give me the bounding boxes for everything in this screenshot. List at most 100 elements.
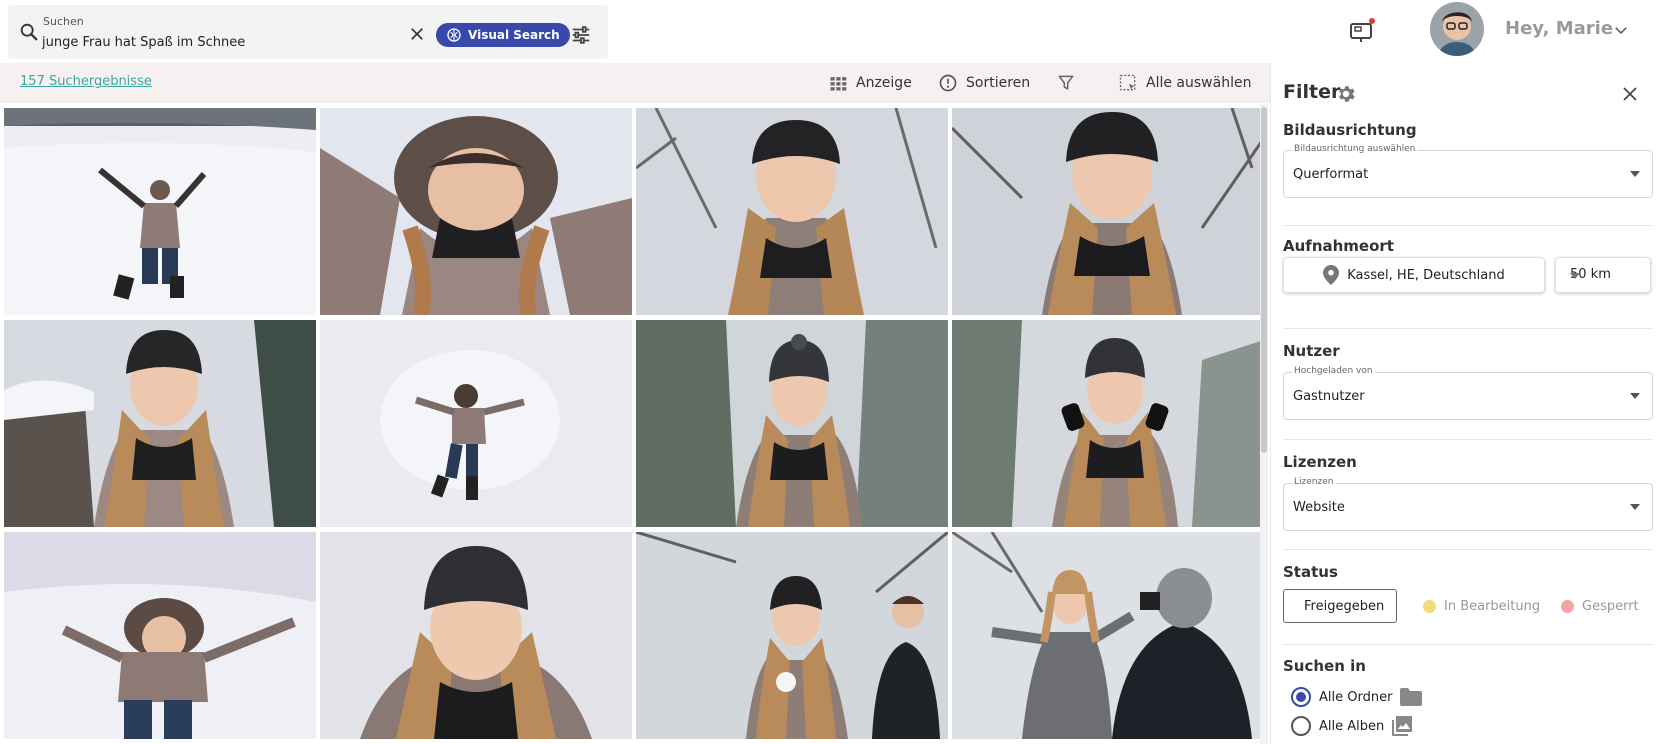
- search-box: Suchen Visual Search: [8, 5, 608, 59]
- status-options: Freigegeben In Bearbeitung Gesperrt: [1283, 589, 1653, 623]
- folder-icon: [1400, 688, 1423, 706]
- avatar[interactable]: [1430, 2, 1484, 56]
- divider: [1283, 328, 1653, 329]
- license-field-label: Lizenzen: [1292, 477, 1336, 487]
- woman-snowy-beanie-forest-image: [636, 320, 948, 527]
- radio-selected[interactable]: [1291, 687, 1311, 707]
- results-toolbar: 157 Suchergebnisse Anzeige Sortieren All…: [0, 63, 1270, 103]
- filter-title: Filter: [1283, 81, 1341, 103]
- sort-button[interactable]: Sortieren: [938, 71, 1030, 95]
- result-thumbnail[interactable]: [952, 532, 1262, 739]
- scrollbar-thumb[interactable]: [1261, 107, 1267, 453]
- radio-unselected[interactable]: [1291, 716, 1311, 736]
- brain-icon: [447, 28, 461, 42]
- woman-black-beanie-closeup-image: [636, 108, 948, 315]
- uploaded-by-select[interactable]: Hochgeladen von Gastnutzer: [1283, 366, 1653, 420]
- divider: [1283, 225, 1653, 226]
- search-input[interactable]: [42, 32, 372, 52]
- divider: [1283, 549, 1653, 550]
- result-thumbnail[interactable]: [320, 108, 632, 315]
- alert-circle-icon: [939, 74, 957, 92]
- result-thumbnail[interactable]: [320, 532, 632, 739]
- license-select[interactable]: Lizenzen Website: [1283, 477, 1653, 531]
- gear-icon[interactable]: [1335, 83, 1357, 105]
- license-value: Website: [1293, 500, 1345, 515]
- orientation-value: Querformat: [1293, 167, 1369, 182]
- woman-lying-snow-arms-out-image: [4, 532, 316, 739]
- all-folders-label: Alle Ordner: [1319, 689, 1393, 705]
- status-dot-yellow: [1423, 599, 1436, 613]
- display-label: Anzeige: [856, 75, 912, 91]
- search-label: Suchen: [43, 15, 84, 28]
- location-title: Aufnahmeort: [1283, 237, 1394, 255]
- orientation-title: Bildausrichtung: [1283, 121, 1417, 139]
- woman-with-snowball-and-boy-image: [636, 532, 948, 739]
- radius-select[interactable]: 50 km: [1555, 257, 1651, 293]
- user-title: Nutzer: [1283, 342, 1340, 360]
- status-dot-red: [1561, 599, 1574, 613]
- select-all-icon: [1119, 74, 1136, 91]
- result-thumbnail[interactable]: [636, 320, 948, 527]
- status-blocked-chip[interactable]: Gesperrt: [1549, 589, 1651, 623]
- status-in-progress-chip[interactable]: In Bearbeitung: [1411, 589, 1552, 623]
- close-icon[interactable]: [1621, 85, 1639, 103]
- status-approved-chip[interactable]: Freigegeben: [1283, 589, 1397, 623]
- woman-fur-hood-snow-angel-image: [320, 108, 632, 315]
- filter-button[interactable]: [1056, 71, 1076, 95]
- result-thumbnail[interactable]: [4, 320, 316, 527]
- map-pin-icon: [1323, 265, 1340, 285]
- search-in-all-folders[interactable]: Alle Ordner: [1291, 687, 1423, 707]
- search-in-all-albums[interactable]: Alle Alben: [1291, 716, 1413, 736]
- mailbox-notification-icon[interactable]: [1348, 16, 1376, 44]
- woman-hands-on-hat-image: [952, 320, 1262, 527]
- avatar-image: [1430, 2, 1484, 56]
- filter-panel: Filter Bildausrichtung Bildausrichtung a…: [1270, 63, 1662, 744]
- all-albums-label: Alle Alben: [1319, 718, 1385, 734]
- search-icon: [20, 23, 38, 41]
- status-in-progress-label: In Bearbeitung: [1444, 598, 1541, 614]
- sort-label: Sortieren: [966, 75, 1031, 91]
- visual-search-button[interactable]: Visual Search: [436, 23, 570, 47]
- orientation-select[interactable]: Bildausrichtung auswählen Querformat: [1283, 144, 1653, 198]
- orientation-field-label: Bildausrichtung auswählen: [1292, 144, 1418, 154]
- caret-down-icon: [1630, 171, 1640, 177]
- result-thumbnail[interactable]: [4, 532, 316, 739]
- select-all-button[interactable]: Alle auswählen: [1118, 71, 1251, 95]
- user-greeting: Hey, Marie: [1505, 18, 1614, 39]
- chevron-down-icon[interactable]: [1612, 21, 1630, 39]
- result-thumbnail[interactable]: [636, 532, 948, 739]
- status-blocked-label: Gesperrt: [1582, 598, 1639, 614]
- result-thumbnail[interactable]: [952, 320, 1262, 527]
- caret-down-icon: [1630, 393, 1640, 399]
- woman-black-beanie-smiling-image: [952, 108, 1262, 315]
- search-in-title: Suchen in: [1283, 657, 1366, 675]
- grid-view-icon: [830, 77, 847, 91]
- top-bar: Suchen Visual Search Hey, Marie: [0, 0, 1662, 63]
- divider: [1283, 439, 1653, 440]
- results-count-link[interactable]: 157 Suchergebnisse: [20, 74, 152, 89]
- tune-settings-icon[interactable]: [570, 24, 592, 46]
- location-button[interactable]: Kassel, HE, Deutschland: [1283, 257, 1545, 293]
- license-title: Lizenzen: [1283, 453, 1357, 471]
- woman-snow-arms-raised-image: [4, 108, 316, 315]
- woman-beanie-snowy-wall-image: [4, 320, 316, 527]
- result-thumbnail[interactable]: [952, 108, 1262, 315]
- woman-grey-coat-photographer-image: [952, 532, 1262, 739]
- divider: [1283, 644, 1653, 645]
- clear-search-icon[interactable]: [408, 25, 426, 43]
- caret-down-icon: [1570, 273, 1580, 279]
- select-all-label: Alle auswählen: [1146, 75, 1252, 91]
- status-title: Status: [1283, 563, 1338, 581]
- result-thumbnail[interactable]: [636, 108, 948, 315]
- status-approved-label: Freigegeben: [1304, 598, 1385, 614]
- location-value: Kassel, HE, Deutschland: [1347, 267, 1505, 283]
- results-grid: [4, 108, 1262, 744]
- result-thumbnail[interactable]: [4, 108, 316, 315]
- uploaded-by-field-label: Hochgeladen von: [1292, 366, 1375, 376]
- result-thumbnail[interactable]: [320, 320, 632, 527]
- visual-search-label: Visual Search: [468, 28, 560, 42]
- photo-album-icon: [1392, 716, 1413, 736]
- display-button[interactable]: Anzeige: [828, 71, 912, 95]
- caret-down-icon: [1630, 504, 1640, 510]
- filter-funnel-icon: [1058, 75, 1074, 90]
